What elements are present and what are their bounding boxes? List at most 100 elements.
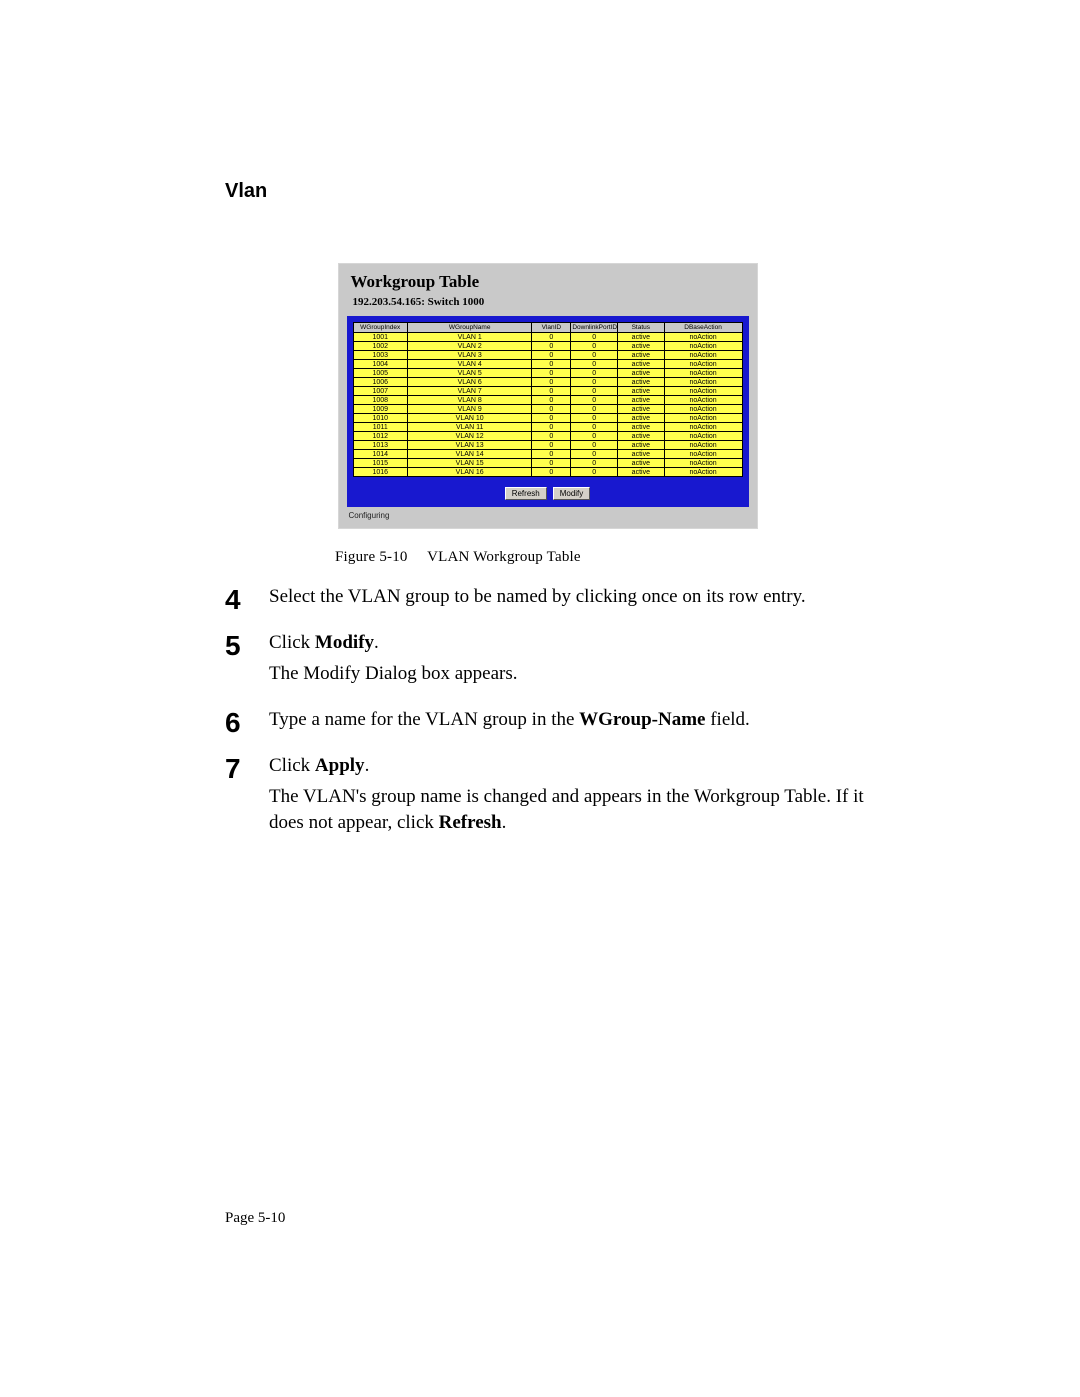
table-row[interactable]: 1001VLAN 100activenoAction [353,333,742,342]
table-cell: noAction [664,441,742,450]
table-cell: noAction [664,423,742,432]
table-row[interactable]: 1012VLAN 1200activenoAction [353,432,742,441]
bold-text: Modify [315,632,374,653]
table-cell: 0 [532,351,571,360]
table-row[interactable]: 1014VLAN 1400activenoAction [353,450,742,459]
table-cell: 0 [532,459,571,468]
step: 6Type a name for the VLAN group in the W… [225,707,870,739]
table-row[interactable]: 1007VLAN 700activenoAction [353,387,742,396]
table-row[interactable]: 1006VLAN 600activenoAction [353,378,742,387]
table-row[interactable]: 1005VLAN 500activenoAction [353,369,742,378]
table-cell: 0 [532,333,571,342]
table-row[interactable]: 1016VLAN 1600activenoAction [353,468,742,477]
table-cell: 0 [571,333,618,342]
table-header-row: WGroupIndex WGroupName VlanID DownlinkPo… [353,323,742,333]
step: 7Click Apply.The VLAN's group name is ch… [225,753,870,842]
table-cell: 0 [571,459,618,468]
table-cell: active [617,468,664,477]
section-heading: Vlan [225,180,870,203]
step-number: 7 [225,753,269,842]
table-row[interactable]: 1003VLAN 300activenoAction [353,351,742,360]
step-number: 4 [225,584,269,616]
text: . [374,632,379,653]
table-cell: active [617,423,664,432]
table-cell: active [617,351,664,360]
table-cell: 1001 [353,333,407,342]
table-cell: 1016 [353,468,407,477]
table-cell: 0 [532,378,571,387]
document-page: Vlan Workgroup Table 192.203.54.165: Swi… [0,0,1080,1397]
table-cell: VLAN 15 [407,459,531,468]
table-cell: 0 [571,342,618,351]
table-cell: noAction [664,468,742,477]
table-cell: VLAN 7 [407,387,531,396]
table-cell: noAction [664,396,742,405]
table-cell: noAction [664,450,742,459]
table-cell: VLAN 2 [407,342,531,351]
step-list: 4Select the VLAN group to be named by cl… [225,584,870,841]
table-cell: active [617,405,664,414]
screenshot-status: Configuring [347,511,749,520]
table-row[interactable]: 1009VLAN 900activenoAction [353,405,742,414]
table-row[interactable]: 1011VLAN 1100activenoAction [353,423,742,432]
table-cell: 0 [571,360,618,369]
bold-text: Refresh [439,812,502,833]
table-cell: VLAN 16 [407,468,531,477]
table-cell: VLAN 5 [407,369,531,378]
table-cell: 0 [532,468,571,477]
table-row[interactable]: 1002VLAN 200activenoAction [353,342,742,351]
text: . [365,755,370,776]
table-cell: 0 [571,387,618,396]
table-cell: 1002 [353,342,407,351]
table-cell: 0 [532,423,571,432]
screenshot-subtitle: 192.203.54.165: Switch 1000 [353,296,749,308]
text: The Modify Dialog box appears. [269,663,518,684]
table-cell: active [617,432,664,441]
table-cell: 1012 [353,432,407,441]
table-cell: 1013 [353,441,407,450]
table-cell: 0 [571,414,618,423]
table-cell: 1008 [353,396,407,405]
table-row[interactable]: 1010VLAN 1000activenoAction [353,414,742,423]
table-cell: 1011 [353,423,407,432]
table-cell: VLAN 1 [407,333,531,342]
step-line: Type a name for the VLAN group in the WG… [269,707,870,733]
table-cell: active [617,450,664,459]
table-cell: active [617,459,664,468]
text: The VLAN's group name is changed and app… [269,786,864,833]
text: . [502,812,507,833]
table-cell: 0 [571,441,618,450]
table-cell: noAction [664,369,742,378]
caption-text: VLAN Workgroup Table [427,549,581,565]
table-cell: 0 [571,450,618,459]
table-cell: 1015 [353,459,407,468]
table-cell: 1005 [353,369,407,378]
table-row[interactable]: 1004VLAN 400activenoAction [353,360,742,369]
step-body: Click Apply.The VLAN's group name is cha… [269,753,870,842]
table-cell: active [617,333,664,342]
table-cell: 0 [571,351,618,360]
table-cell: VLAN 10 [407,414,531,423]
step-line: The Modify Dialog box appears. [269,661,870,687]
table-cell: 0 [571,396,618,405]
step-body: Select the VLAN group to be named by cli… [269,584,870,616]
table-cell: noAction [664,405,742,414]
modify-button[interactable]: Modify [553,487,591,500]
page-number: Page 5-10 [225,1210,285,1227]
table-cell: 1006 [353,378,407,387]
table-row[interactable]: 1008VLAN 800activenoAction [353,396,742,405]
col-header: DownlinkPortID [571,323,618,333]
table-cell: 0 [532,432,571,441]
step-number: 5 [225,630,269,693]
table-row[interactable]: 1013VLAN 1300activenoAction [353,441,742,450]
table-cell: 0 [532,414,571,423]
screenshot-button-row: Refresh Modify [353,483,743,501]
refresh-button[interactable]: Refresh [505,487,547,500]
table-row[interactable]: 1015VLAN 1500activenoAction [353,459,742,468]
table-cell: active [617,387,664,396]
table-cell: 0 [532,441,571,450]
table-cell: active [617,342,664,351]
table-cell: 1014 [353,450,407,459]
table-cell: active [617,369,664,378]
table-cell: VLAN 6 [407,378,531,387]
